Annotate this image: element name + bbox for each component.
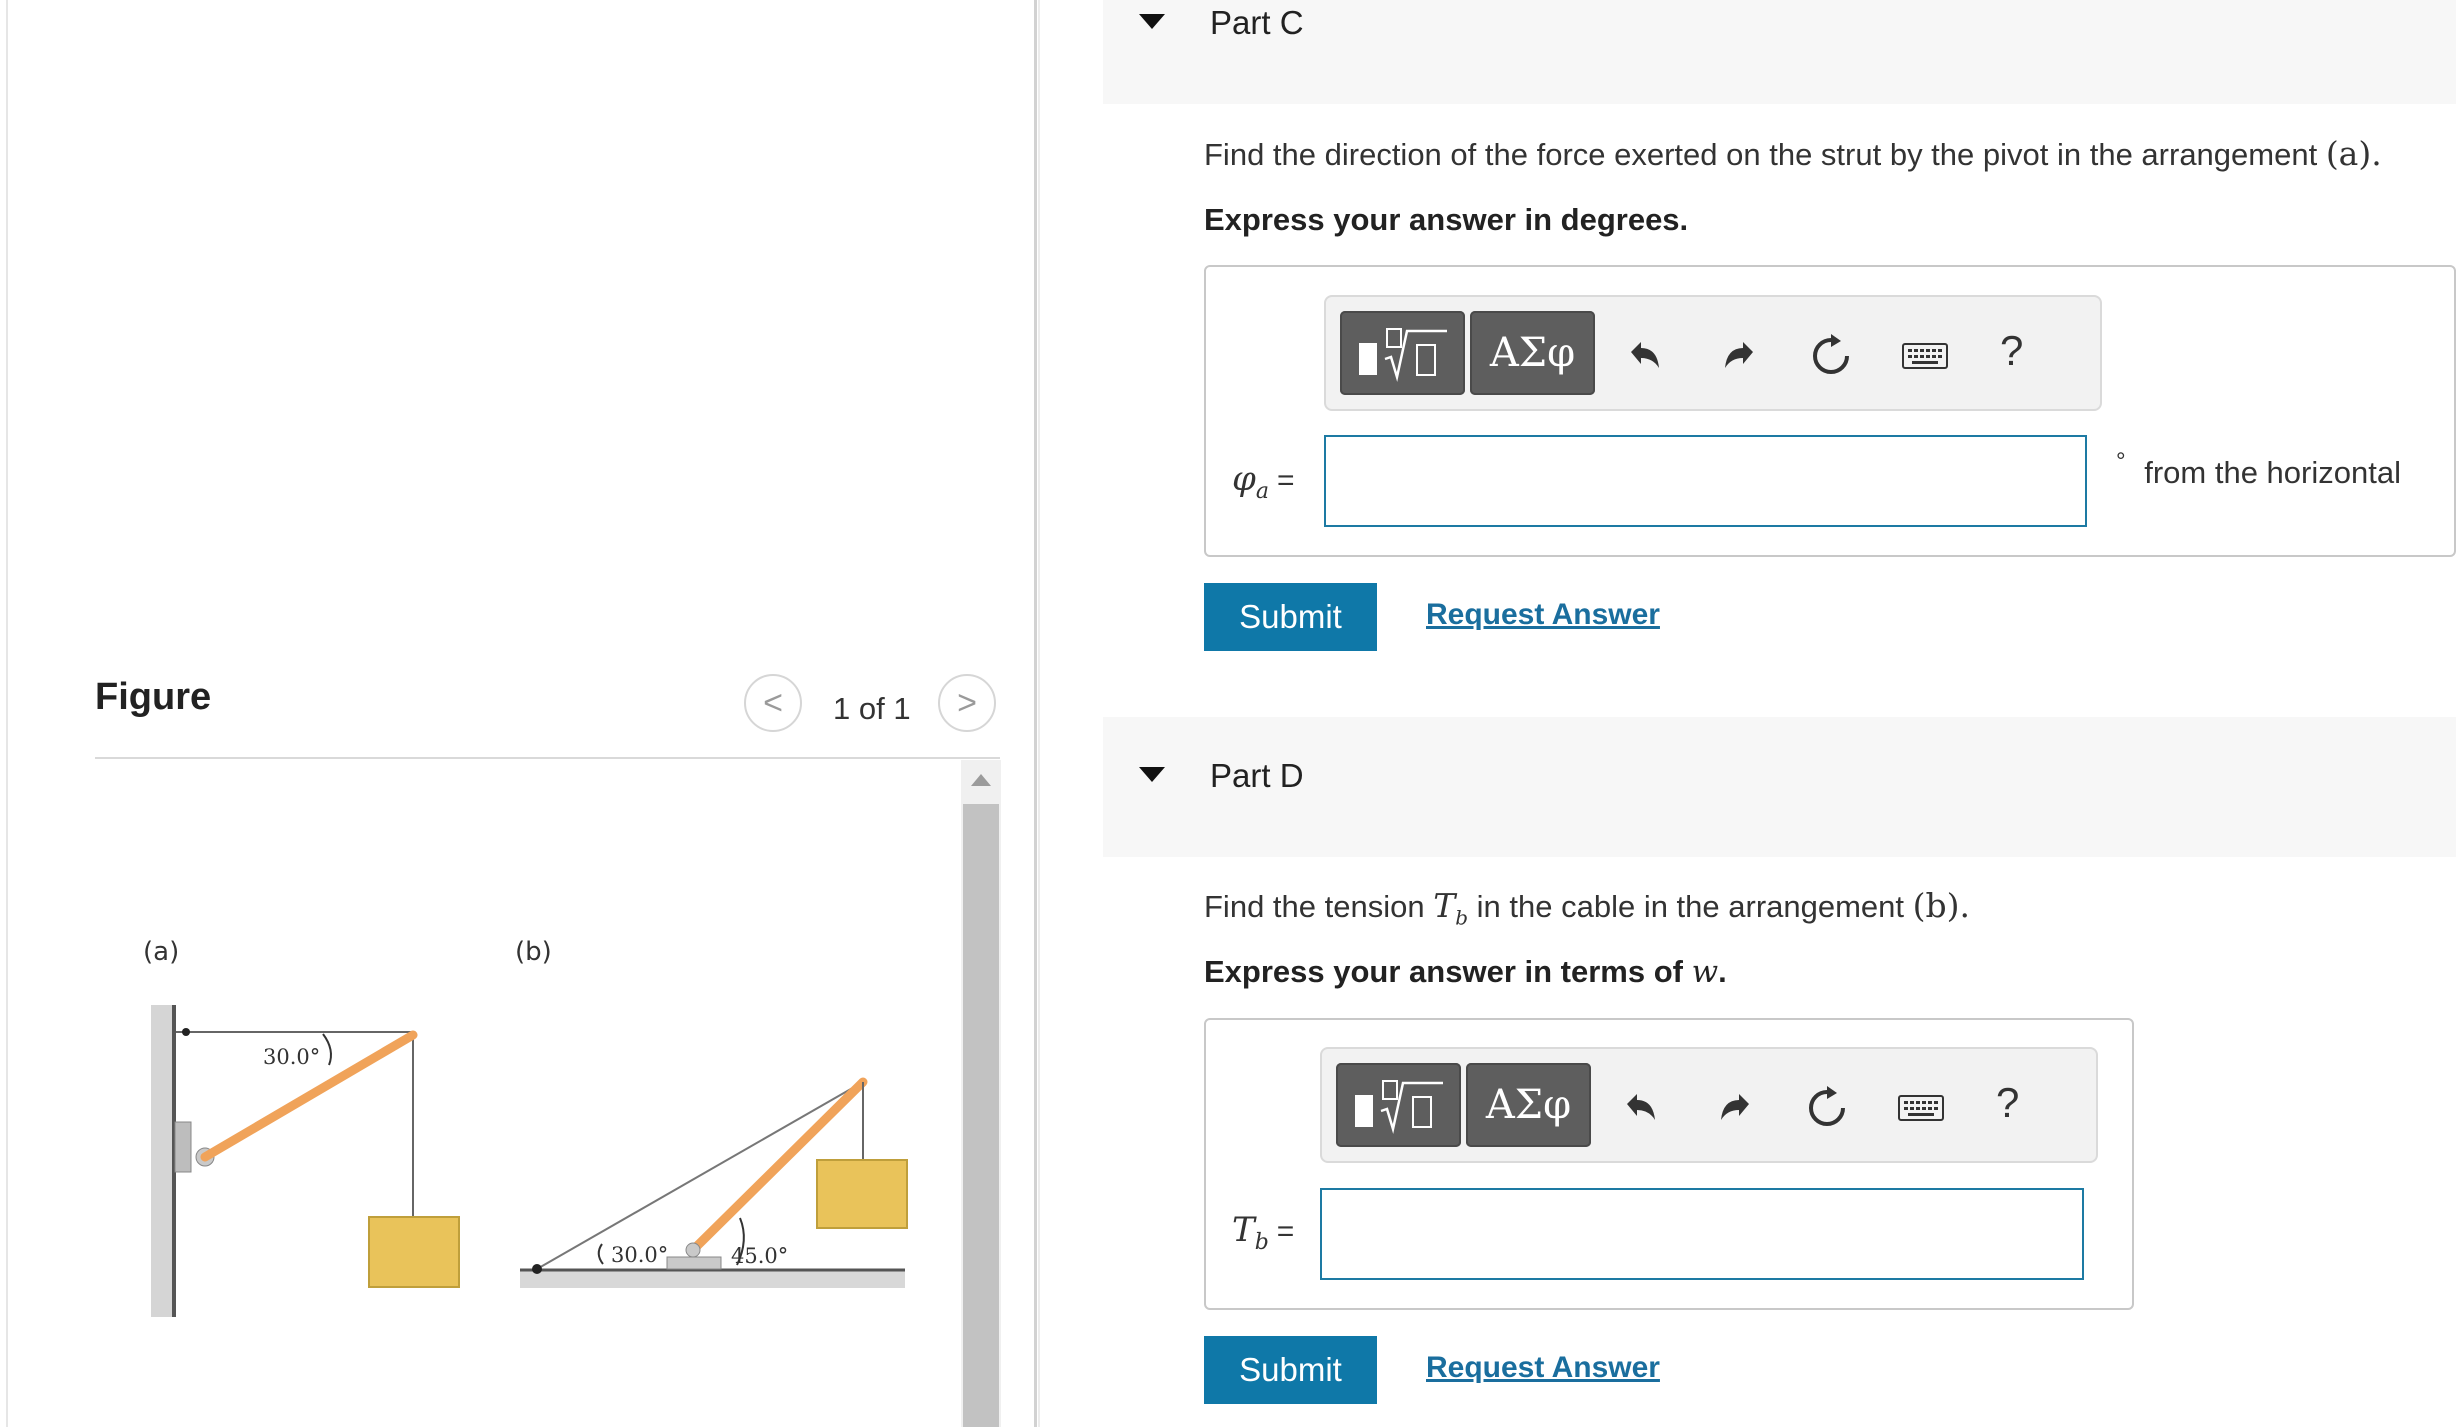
strut-diagram: (a) 30.0° (b) 30.0° 45.0° — [143, 937, 908, 1317]
angle-b2-label: 45.0° — [731, 1244, 788, 1268]
reset-icon[interactable] — [1808, 333, 1854, 379]
part-c-prompt-math: (a). — [2325, 134, 2382, 173]
templates-button[interactable] — [1336, 1063, 1461, 1147]
figure-pane: Figure < 1 of 1 > (a) 30.0° (b) 30.0° 45… — [0, 0, 1036, 1427]
pivot-b — [685, 1242, 701, 1258]
collapse-caret-icon[interactable] — [1139, 14, 1165, 29]
part-d-title: Part D — [1210, 757, 1304, 794]
angle-b1-label: 30.0° — [611, 1243, 668, 1267]
pane-divider-shadow — [1038, 0, 1040, 1427]
templates-button[interactable] — [1340, 311, 1465, 395]
part-c-answer-box: ΑΣφ ? φa = ° from the horizontal — [1204, 265, 2456, 557]
pivot-bracket-a — [174, 1121, 192, 1173]
chevron-right-icon: > — [957, 683, 977, 722]
greek-symbols-button[interactable]: ΑΣφ — [1466, 1063, 1591, 1147]
figure-title: Figure — [95, 676, 212, 718]
part-d-header[interactable]: Part D — [1103, 717, 2456, 857]
phi-a-label: φa = — [1232, 459, 1295, 504]
figure-divider — [95, 757, 1000, 759]
tension-b-label: Tb = — [1232, 1210, 1295, 1255]
cable-a-anchor — [182, 1028, 190, 1036]
part-c-prompt: Find the direction of the force exerted … — [1204, 134, 2382, 173]
greek-symbols-button[interactable]: ΑΣφ — [1470, 311, 1595, 395]
chevron-left-icon: < — [763, 683, 783, 722]
tension-b-answer-input[interactable] — [1320, 1188, 2084, 1280]
part-d-submit-button[interactable]: Submit — [1204, 1336, 1377, 1404]
part-d-answer-box: ΑΣφ ? Tb = — [1204, 1018, 2134, 1310]
keyboard-icon[interactable] — [1902, 333, 1948, 379]
block-a — [368, 1216, 460, 1288]
part-d-math-toolbar: ΑΣφ ? — [1320, 1047, 2098, 1163]
scroll-up-arrow-icon[interactable] — [971, 774, 991, 786]
phi-a-answer-input[interactable] — [1324, 435, 2087, 527]
undo-icon[interactable] — [1622, 333, 1668, 379]
part-d-prompt-text: Find the tension — [1204, 889, 1434, 924]
pivot-base-b — [666, 1256, 722, 1270]
previous-figure-button[interactable]: < — [744, 674, 802, 732]
reset-icon[interactable] — [1804, 1085, 1850, 1131]
label-b: (b) — [515, 937, 552, 967]
pane-divider[interactable] — [1034, 0, 1037, 1427]
unit-text: from the horizontal — [2144, 455, 2401, 490]
keyboard-icon[interactable] — [1898, 1085, 1944, 1131]
fraction-root-icon — [1354, 1080, 1443, 1134]
floor-b — [520, 1270, 905, 1288]
fraction-root-icon — [1358, 328, 1447, 382]
part-d-instruction: Express your answer in terms of w. — [1204, 954, 1727, 990]
scrollbar-thumb[interactable] — [963, 804, 999, 1427]
w-symbol: w — [1691, 954, 1719, 990]
part-c-instruction: Express your answer in degrees. — [1204, 202, 1689, 237]
angle-b1-arc — [597, 1243, 604, 1265]
collapse-caret-icon[interactable] — [1139, 767, 1165, 782]
angle-a-arc — [322, 1033, 332, 1066]
part-c-submit-button[interactable]: Submit — [1204, 583, 1377, 651]
part-c-unit: ° from the horizontal — [2116, 448, 2401, 491]
label-a: (a) — [143, 937, 179, 967]
block-b — [816, 1159, 908, 1229]
part-d-prompt-math: (b). — [1912, 886, 1971, 925]
figure-pager: 1 of 1 — [833, 691, 911, 726]
redo-icon[interactable] — [1716, 333, 1762, 379]
help-button[interactable]: ? — [1996, 1079, 2019, 1127]
redo-icon[interactable] — [1712, 1085, 1758, 1131]
part-c-math-toolbar: ΑΣφ ? — [1324, 295, 2102, 411]
angle-a-label: 30.0° — [263, 1045, 320, 1069]
part-d-prompt: Find the tension Tb in the cable in the … — [1204, 886, 1970, 930]
part-d-request-answer-link[interactable]: Request Answer — [1426, 1351, 1660, 1385]
part-c-title: Part C — [1210, 4, 1304, 41]
next-figure-button[interactable]: > — [938, 674, 996, 732]
help-button[interactable]: ? — [2000, 327, 2023, 375]
figure-scrollbar[interactable] — [961, 760, 1001, 1427]
part-c-prompt-text: Find the direction of the force exerted … — [1204, 137, 2326, 172]
part-d-prompt-text-2: in the cable in the arrangement — [1468, 889, 1913, 924]
part-c-header[interactable]: Part C — [1103, 0, 2456, 104]
pane-edge — [6, 0, 8, 1427]
wall-a — [151, 1005, 175, 1317]
undo-icon[interactable] — [1618, 1085, 1664, 1131]
degree-symbol: ° — [2116, 448, 2126, 475]
tension-symbol: Tb — [1433, 886, 1469, 930]
part-c-request-answer-link[interactable]: Request Answer — [1426, 598, 1660, 632]
cable-b-anchor — [532, 1264, 542, 1274]
